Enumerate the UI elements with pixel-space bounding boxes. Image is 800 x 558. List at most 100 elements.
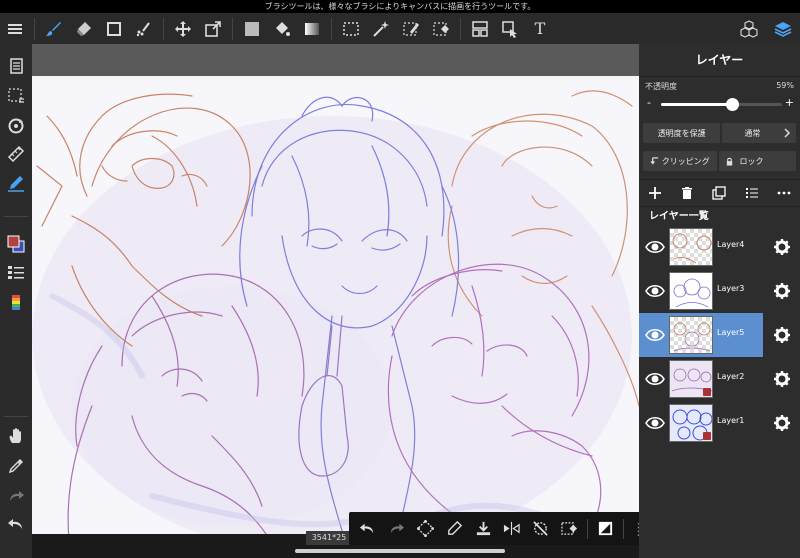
clipping-mark bbox=[703, 432, 711, 440]
gear-icon[interactable] bbox=[773, 326, 791, 344]
opacity-row: 不透明度 59% bbox=[639, 77, 800, 93]
select-erase-icon[interactable] bbox=[555, 513, 584, 544]
gear-icon[interactable] bbox=[773, 238, 791, 256]
lock-label: ロック bbox=[739, 156, 764, 166]
add-layer-icon[interactable] bbox=[644, 182, 666, 204]
delete-layer-icon[interactable] bbox=[676, 182, 698, 204]
toolbar-divider bbox=[331, 17, 332, 40]
layers-icon[interactable] bbox=[766, 13, 800, 44]
layer-row[interactable]: Layer1 bbox=[639, 401, 800, 445]
layer-thumbnail bbox=[669, 360, 713, 398]
opacity-label: 不透明度 bbox=[645, 82, 677, 91]
frame-icon[interactable] bbox=[465, 13, 495, 44]
lock-button[interactable]: ロック bbox=[718, 151, 796, 171]
rotate-icon[interactable] bbox=[0, 112, 32, 140]
layer-row[interactable]: Layer3 bbox=[639, 269, 800, 313]
clipping-button[interactable]: クリッピング bbox=[643, 151, 717, 171]
slider-knob[interactable] bbox=[726, 98, 740, 111]
transform-icon[interactable] bbox=[198, 13, 228, 44]
operation-icon[interactable] bbox=[495, 13, 525, 44]
panel-title: レイヤー bbox=[639, 44, 800, 77]
opacity-decrease-button[interactable]: - bbox=[647, 96, 651, 109]
materials-icon[interactable] bbox=[732, 13, 766, 44]
toolbar-divider bbox=[587, 518, 589, 539]
eye-icon[interactable] bbox=[645, 238, 665, 256]
colorbar-icon[interactable] bbox=[0, 289, 32, 317]
opacity-increase-button[interactable]: + bbox=[785, 96, 794, 109]
layer-actions bbox=[639, 179, 800, 207]
transform-icon[interactable] bbox=[411, 513, 440, 544]
select-rect-icon[interactable] bbox=[336, 13, 366, 44]
gradient-icon[interactable] bbox=[297, 13, 327, 44]
redo-icon[interactable] bbox=[0, 482, 32, 510]
color-icon[interactable] bbox=[0, 230, 32, 258]
lock-icon bbox=[726, 157, 732, 166]
bucket-icon[interactable] bbox=[267, 13, 297, 44]
layer-row[interactable]: Layer4 bbox=[639, 225, 800, 269]
pen-icon[interactable] bbox=[440, 513, 469, 544]
canvas-area[interactable] bbox=[32, 44, 639, 558]
slider-fill bbox=[661, 103, 733, 106]
bottom-quick-toolbar bbox=[349, 512, 656, 545]
select-pen-icon[interactable] bbox=[396, 13, 426, 44]
more-icon[interactable] bbox=[773, 182, 795, 204]
undo-icon[interactable] bbox=[353, 513, 382, 544]
dot-brush-icon[interactable] bbox=[129, 13, 159, 44]
layer-row-selected[interactable]: Layer5 bbox=[639, 313, 800, 357]
eyedropper-icon[interactable] bbox=[0, 452, 32, 480]
eye-icon[interactable] bbox=[645, 370, 665, 388]
layer-name: Layer5 bbox=[717, 328, 745, 337]
opacity-slider[interactable]: - + bbox=[639, 93, 800, 115]
menu-icon[interactable] bbox=[0, 13, 30, 44]
redo-icon[interactable] bbox=[382, 513, 411, 544]
eye-icon[interactable] bbox=[645, 326, 665, 344]
select-eraser-icon[interactable] bbox=[426, 13, 456, 44]
layer-name: Layer2 bbox=[717, 372, 745, 381]
layer-row[interactable]: Layer2 bbox=[639, 357, 800, 401]
eye-icon[interactable] bbox=[645, 282, 665, 300]
brush-icon[interactable] bbox=[39, 13, 69, 44]
pen-stabilizer-icon[interactable] bbox=[0, 169, 32, 197]
blend-mode-label: 通常 bbox=[744, 128, 761, 138]
top-toolbar: T bbox=[0, 13, 800, 44]
layer-panel: レイヤー 不透明度 59% - + 透明度を保護 通常 クリッピング ロック レ… bbox=[639, 44, 800, 558]
toolbar-divider bbox=[163, 17, 164, 40]
layer-list-icon[interactable] bbox=[741, 182, 763, 204]
filter-icon[interactable] bbox=[591, 513, 620, 544]
magic-wand-icon[interactable] bbox=[366, 13, 396, 44]
download-icon[interactable] bbox=[469, 513, 498, 544]
undo-icon[interactable] bbox=[0, 510, 32, 538]
protect-alpha-label: 透明度を保護 bbox=[657, 128, 706, 138]
shape-icon[interactable] bbox=[99, 13, 129, 44]
pages-icon[interactable] bbox=[0, 52, 32, 80]
ruler-icon[interactable] bbox=[0, 140, 32, 168]
fill-color-icon[interactable] bbox=[237, 13, 267, 44]
move-icon[interactable] bbox=[168, 13, 198, 44]
toolbar-divider bbox=[232, 17, 233, 40]
selection-icon[interactable] bbox=[0, 82, 32, 110]
sidebar-divider bbox=[4, 216, 28, 217]
gear-icon[interactable] bbox=[773, 282, 791, 300]
duplicate-layer-icon[interactable] bbox=[708, 182, 730, 204]
slider-track[interactable] bbox=[661, 98, 782, 111]
layer-thumbnail bbox=[669, 228, 713, 266]
eraser-icon[interactable] bbox=[69, 13, 99, 44]
opacity-value: 59% bbox=[776, 81, 794, 90]
layer-thumbnail bbox=[669, 272, 713, 310]
drawing-canvas[interactable] bbox=[32, 76, 639, 558]
layer-list-title: レイヤー一覧 bbox=[649, 211, 709, 222]
blend-mode-select[interactable]: 通常 bbox=[722, 123, 796, 143]
toolbar-divider bbox=[623, 518, 625, 539]
clipping-label: クリッピング bbox=[661, 156, 710, 166]
sketch-artwork bbox=[32, 90, 639, 558]
gear-icon[interactable] bbox=[773, 414, 791, 432]
text-icon[interactable]: T bbox=[525, 13, 555, 44]
protect-alpha-button[interactable]: 透明度を保護 bbox=[643, 123, 721, 143]
eye-icon[interactable] bbox=[645, 414, 665, 432]
flip-icon[interactable] bbox=[498, 513, 527, 544]
hand-icon[interactable] bbox=[0, 422, 32, 450]
no-snap-icon[interactable] bbox=[526, 513, 555, 544]
gear-icon[interactable] bbox=[773, 370, 791, 388]
palette-icon[interactable] bbox=[0, 259, 32, 287]
layer-name: Layer4 bbox=[717, 240, 745, 249]
